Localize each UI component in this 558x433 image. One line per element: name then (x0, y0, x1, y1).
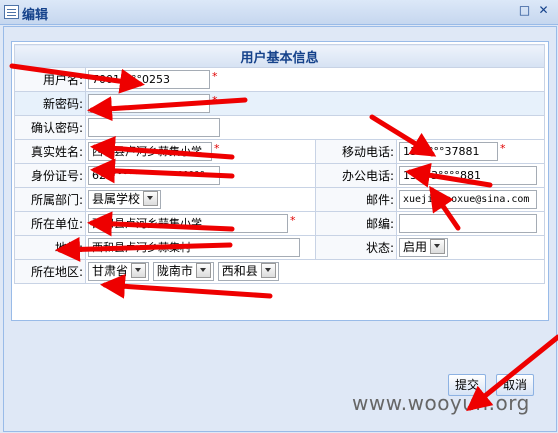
status-label: 状态: (315, 235, 397, 260)
mobile-label: 移动电话: (315, 139, 397, 164)
status-value: 启用 (403, 240, 428, 254)
user-info-panel: 用户基本信息 用户名: 7001°°°°0253 * 新密码: * 确认密码: 真… (11, 41, 549, 321)
username-label: 用户名: (14, 67, 86, 92)
postcode-label: 邮编: (315, 211, 397, 236)
office-phone-label: 办公电话: (315, 163, 397, 188)
maximize-icon[interactable]: □ (518, 4, 531, 17)
new-password-field[interactable] (88, 94, 210, 113)
office-phone-field[interactable]: 13993°°°°881 (399, 166, 537, 185)
close-icon[interactable]: ✕ (537, 4, 550, 17)
address-label: 地址: (14, 235, 86, 260)
mobile-field[interactable]: 13°°°°°37881 (399, 142, 498, 161)
user-info-form: 用户基本信息 用户名: 7001°°°°0253 * 新密码: * 确认密码: 真… (13, 44, 546, 284)
county-select[interactable]: 西和县 (217, 262, 279, 281)
status-select[interactable]: 启用 (399, 238, 449, 257)
province-select[interactable]: 甘肃省 (88, 262, 150, 281)
required-mark: * (214, 142, 220, 155)
form-title: 用户基本信息 (13, 44, 546, 68)
department-select[interactable]: 县属学校 (88, 190, 162, 209)
new-password-label: 新密码: (14, 91, 86, 116)
id-number-label: 身份证号: (14, 163, 86, 188)
window-titlebar: 编辑 □ ✕ (0, 0, 558, 25)
chevron-down-icon[interactable] (131, 263, 147, 278)
unit-label: 所在单位: (14, 211, 86, 236)
county-value: 西和县 (221, 264, 258, 278)
department-value: 县属学校 (92, 192, 141, 206)
window-body: 用户基本信息 用户名: 7001°°°°0253 * 新密码: * 确认密码: 真… (3, 26, 557, 432)
required-mark: * (500, 142, 506, 155)
confirm-password-label: 确认密码: (14, 115, 86, 140)
email-label: 邮件: (315, 187, 397, 212)
required-mark: * (212, 70, 218, 83)
username-field[interactable]: 7001°°°°0253 (88, 70, 210, 89)
confirm-password-field[interactable] (88, 118, 220, 137)
province-value: 甘肃省 (92, 264, 129, 278)
email-field[interactable]: xuejixiaoxue@sina.com (399, 190, 537, 209)
chevron-down-icon[interactable] (260, 263, 276, 278)
city-value: 陇南市 (156, 264, 193, 278)
real-name-field[interactable]: 西和县卢河乡蒜集小学 (88, 142, 212, 161)
address-field[interactable]: 西和县卢河乡蒜集村 (88, 238, 300, 257)
city-select[interactable]: 陇南市 (152, 262, 214, 281)
chevron-down-icon[interactable] (143, 191, 159, 206)
form-icon (4, 5, 19, 19)
chevron-down-icon[interactable] (195, 263, 211, 278)
required-mark: * (212, 94, 218, 107)
region-label: 所在地区: (14, 259, 86, 284)
chevron-down-icon[interactable] (430, 239, 446, 254)
unit-field[interactable]: 西和县卢河乡蒜集小学 (88, 214, 288, 233)
id-number-field[interactable]: 62°°°°°°°°°°°°°°°°°° (88, 166, 220, 185)
real-name-label: 真实姓名: (14, 139, 86, 164)
required-mark: * (290, 214, 296, 227)
department-label: 所属部门: (14, 187, 86, 212)
watermark: www.wooyun.org (352, 391, 530, 415)
postcode-field[interactable] (399, 214, 537, 233)
window-title: 编辑 (22, 8, 49, 23)
